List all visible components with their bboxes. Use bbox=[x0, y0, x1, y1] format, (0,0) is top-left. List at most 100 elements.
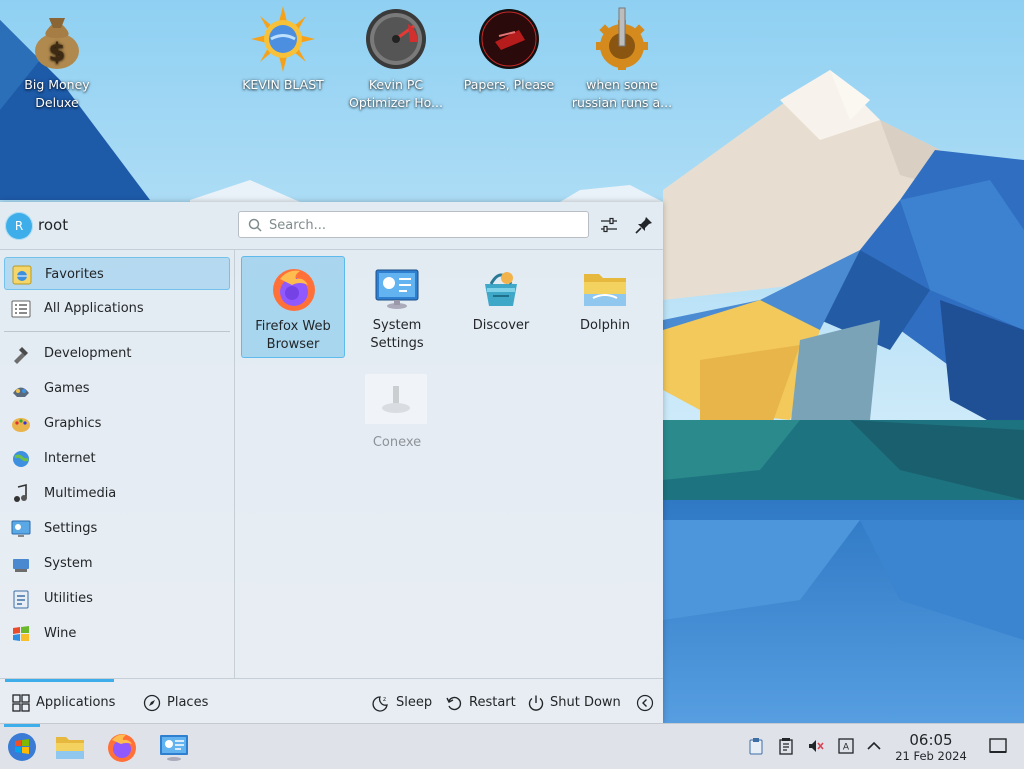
sidebar-item-wine[interactable]: Wine bbox=[4, 617, 230, 650]
favorite-label: System Settings bbox=[370, 318, 424, 351]
money-bag-icon: $ bbox=[35, 18, 79, 69]
sidebar-item-internet[interactable]: Internet bbox=[4, 442, 230, 475]
sidebar-item-settings[interactable]: Settings bbox=[4, 512, 230, 545]
launcher-sidebar: Favorites All Applications Development G… bbox=[0, 250, 235, 678]
discover-icon bbox=[485, 272, 517, 306]
configure-icon[interactable] bbox=[598, 214, 620, 236]
power-label: Sleep bbox=[396, 695, 433, 710]
svg-text:z: z bbox=[383, 696, 386, 703]
favorite-label: Firefox Web Browser bbox=[255, 319, 331, 352]
sidebar-item-label: Settings bbox=[44, 521, 98, 536]
start-icon bbox=[8, 733, 36, 761]
search-field[interactable] bbox=[238, 211, 589, 238]
desktop-icon-kevin-blast[interactable]: KEVIN BLAST bbox=[228, 6, 338, 94]
sidebar-item-label: Multimedia bbox=[44, 486, 117, 501]
multimedia-icon bbox=[14, 483, 27, 502]
conexe-icon bbox=[365, 374, 427, 424]
sidebar-item-utilities[interactable]: Utilities bbox=[4, 582, 230, 615]
favorite-label: Dolphin bbox=[580, 318, 630, 333]
system-settings-icon bbox=[160, 735, 188, 761]
sidebar-item-games[interactable]: Games bbox=[4, 372, 230, 405]
favorite-label: Discover bbox=[472, 318, 530, 333]
sidebar-item-favorites[interactable]: Favorites bbox=[4, 257, 230, 290]
keyboard-layout-icon[interactable]: A bbox=[837, 737, 855, 755]
development-icon bbox=[14, 347, 28, 364]
pin-icon[interactable] bbox=[633, 214, 655, 236]
desktop-icon-when-some-russian[interactable]: when some russian runs a... bbox=[567, 6, 677, 112]
sleep-button[interactable]: z Sleep bbox=[372, 693, 432, 713]
username: root bbox=[38, 216, 69, 234]
system-icon bbox=[13, 559, 29, 572]
svg-text:$: $ bbox=[49, 38, 66, 66]
favorite-label: Conexe bbox=[372, 435, 422, 450]
launcher-footer: Applications Places z Sleep Restart Shut… bbox=[0, 678, 663, 724]
desktop-icon-big-money-deluxe[interactable]: $ Big Money Deluxe bbox=[2, 6, 112, 112]
expand-arrow-icon[interactable] bbox=[865, 737, 883, 755]
application-launcher-button[interactable] bbox=[0, 724, 44, 769]
shutdown-icon bbox=[528, 695, 544, 711]
task-firefox[interactable] bbox=[100, 724, 144, 769]
desktop-icon-kevin-pc-optimizer[interactable]: Kevin PC Optimizer Ho... bbox=[341, 6, 451, 112]
sidebar-item-multimedia[interactable]: Multimedia bbox=[4, 477, 230, 510]
dolphin-folder-icon bbox=[584, 274, 626, 306]
favorites-icon bbox=[12, 265, 32, 285]
sidebar-item-label: All Applications bbox=[44, 301, 144, 316]
favorite-conexe[interactable]: Conexe bbox=[345, 372, 449, 474]
task-system-settings[interactable] bbox=[152, 724, 196, 769]
sidebar-item-label: Development bbox=[44, 346, 132, 361]
firefox-icon bbox=[108, 734, 136, 762]
more-power-options-button[interactable] bbox=[636, 693, 654, 713]
clock-time[interactable]: 06:05 bbox=[890, 731, 972, 749]
application-launcher-popup: R root Favorites bbox=[0, 202, 663, 723]
sidebar-item-system[interactable]: System bbox=[4, 547, 230, 580]
show-desktop-icon[interactable] bbox=[988, 736, 1008, 756]
desktop-icon-papers-please[interactable]: Papers, Please bbox=[454, 6, 564, 94]
sidebar-divider bbox=[4, 331, 230, 332]
sidebar-item-label: Games bbox=[44, 381, 90, 396]
notes-icon[interactable] bbox=[777, 737, 795, 755]
search-input[interactable] bbox=[267, 215, 581, 236]
sidebar-item-label: Favorites bbox=[45, 267, 104, 282]
restart-button[interactable]: Restart bbox=[445, 693, 516, 713]
tab-places[interactable]: Places bbox=[143, 693, 213, 713]
sleep-icon: z bbox=[372, 696, 388, 712]
favorite-discover[interactable]: Discover bbox=[449, 256, 553, 358]
clipboard-icon[interactable] bbox=[747, 737, 765, 755]
firefox-icon bbox=[273, 269, 315, 311]
volume-muted-icon[interactable] bbox=[807, 737, 825, 755]
sidebar-item-all-applications[interactable]: All Applications bbox=[4, 292, 230, 325]
sidebar-item-graphics[interactable]: Graphics bbox=[4, 407, 230, 440]
active-indicator bbox=[4, 724, 40, 727]
compass-icon bbox=[143, 694, 161, 712]
grid-icon bbox=[12, 694, 30, 712]
tab-applications[interactable]: Applications bbox=[12, 693, 116, 713]
launcher-header: R root bbox=[0, 202, 663, 250]
tab-label: Places bbox=[167, 695, 209, 710]
avatar[interactable]: R bbox=[5, 212, 33, 240]
power-label: Shut Down bbox=[550, 695, 621, 710]
desktop-icon-label: when some russian runs a... bbox=[571, 77, 673, 110]
favorite-dolphin[interactable]: Dolphin bbox=[553, 256, 657, 358]
active-tab-indicator bbox=[5, 679, 114, 682]
shut-down-button[interactable]: Shut Down bbox=[527, 693, 622, 713]
sidebar-item-label: Graphics bbox=[44, 416, 102, 431]
tab-label: Applications bbox=[36, 695, 116, 710]
sidebar-item-development[interactable]: Development bbox=[4, 337, 230, 370]
wine-icon bbox=[13, 626, 29, 641]
internet-icon bbox=[13, 451, 29, 467]
chevron-left-circle-icon bbox=[636, 694, 654, 712]
favorite-system-settings[interactable]: System Settings bbox=[345, 256, 449, 358]
papers-please-icon bbox=[479, 9, 539, 69]
power-label: Restart bbox=[469, 695, 516, 710]
favorite-firefox[interactable]: Firefox Web Browser bbox=[241, 256, 345, 358]
taskbar: A 06:05 21 Feb 2024 bbox=[0, 723, 1024, 769]
utilities-icon bbox=[13, 590, 29, 609]
graphics-icon bbox=[12, 418, 30, 432]
folder-icon bbox=[56, 737, 84, 759]
all-applications-icon bbox=[11, 300, 31, 318]
task-dolphin[interactable] bbox=[48, 724, 92, 769]
clock-date[interactable]: 21 Feb 2024 bbox=[890, 749, 972, 763]
restart-icon bbox=[446, 696, 462, 711]
sidebar-item-label: Wine bbox=[44, 626, 77, 641]
desktop-icon-label: Kevin PC Optimizer Ho... bbox=[349, 77, 443, 110]
